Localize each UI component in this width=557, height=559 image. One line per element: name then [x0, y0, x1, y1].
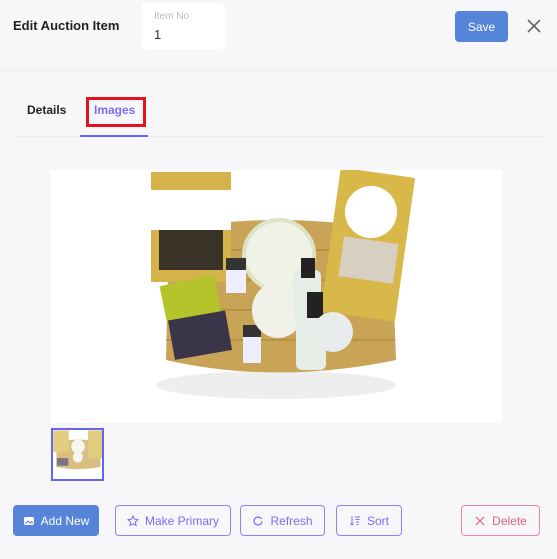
highlight-box: [86, 97, 146, 127]
item-no-label: Item No: [154, 11, 190, 22]
sort-icon: [350, 515, 360, 526]
item-no-value: 1: [154, 27, 162, 42]
sort-button[interactable]: Sort: [336, 505, 402, 536]
delete-button[interactable]: Delete: [461, 505, 540, 536]
add-new-label: Add New: [40, 513, 90, 528]
main-image: [51, 170, 502, 423]
save-button[interactable]: Save: [455, 11, 508, 42]
item-no-field[interactable]: Item No 1: [142, 3, 225, 49]
make-primary-label: Make Primary: [144, 513, 219, 528]
star-icon: [126, 514, 139, 526]
refresh-icon: [253, 515, 264, 526]
sort-label: Sort: [366, 513, 389, 528]
refresh-label: Refresh: [270, 513, 313, 528]
active-tab-indicator: [80, 135, 148, 137]
image-add-icon: [23, 516, 34, 525]
page-title: Edit Auction Item: [13, 18, 120, 33]
close-icon[interactable]: [524, 16, 544, 36]
tab-details[interactable]: Details: [27, 103, 66, 117]
image-thumbnail[interactable]: [51, 428, 104, 481]
refresh-button[interactable]: Refresh: [240, 505, 325, 536]
make-primary-button[interactable]: Make Primary: [115, 505, 231, 536]
x-icon: [475, 516, 485, 525]
divider: [0, 70, 557, 71]
delete-label: Delete: [492, 513, 527, 528]
add-new-button[interactable]: Add New: [13, 505, 99, 536]
